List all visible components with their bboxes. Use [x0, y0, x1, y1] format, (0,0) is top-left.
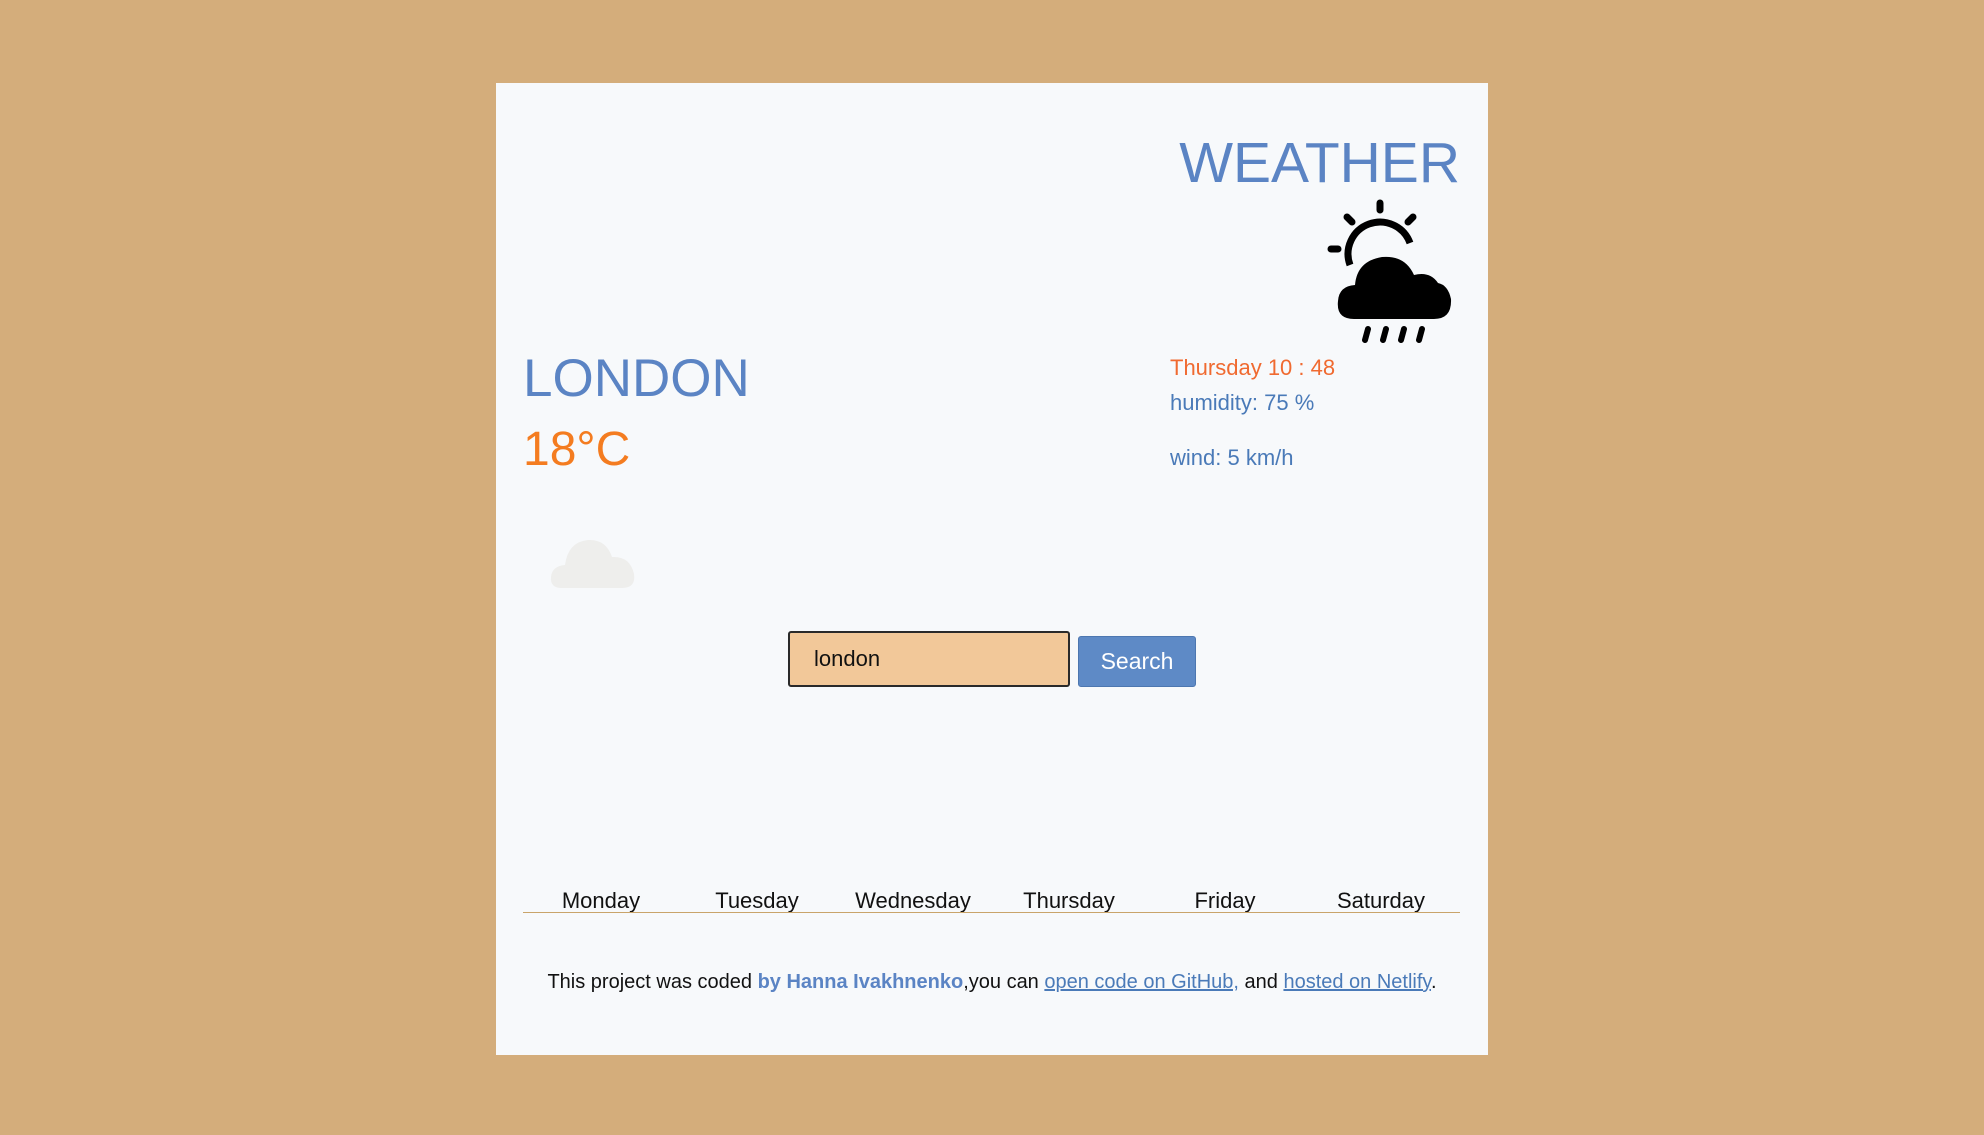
footer-text: and [1238, 971, 1284, 993]
netlify-link[interactable]: hosted on Netlify [1283, 971, 1431, 993]
search-input[interactable] [788, 631, 1070, 687]
forecast-days: Monday Tuesday Wednesday Thursday Friday… [523, 888, 1459, 914]
wind-speed: wind: 5 km/h [1170, 445, 1294, 470]
footer: This project was coded by Hanna Ivakhnen… [496, 971, 1488, 994]
forecast-day: Saturday [1336, 888, 1426, 913]
author-name: by Hanna Ivakhnenko [757, 971, 964, 993]
footer-text: This project was coded [547, 971, 758, 993]
search-button[interactable]: Search [1078, 636, 1196, 687]
forecast-day: Thursday [1023, 888, 1115, 913]
divider [523, 912, 1460, 913]
forecast-day: Monday [561, 888, 641, 913]
forecast-day: Friday [1194, 888, 1256, 913]
temperature: 18°C [523, 423, 631, 476]
forecast-day: Wednesday [855, 888, 971, 913]
app-title: WEATHER [1179, 131, 1460, 195]
github-link[interactable]: open code on GitHub, [1044, 971, 1239, 993]
footer-text: . [1430, 971, 1437, 993]
humidity: humidity: 75 % [1170, 390, 1315, 415]
cloud-icon [550, 539, 635, 588]
city-name: LONDON [523, 349, 750, 408]
footer-text: ,you can [963, 971, 1045, 993]
sun-behind-rain-cloud-icon [1327, 199, 1452, 343]
forecast-day: Tuesday [715, 888, 799, 913]
current-datetime: Thursday 10 : 48 [1170, 355, 1336, 380]
weather-card: WEATHER LONDON 18°C Thursday 10 : 48 hum… [496, 83, 1488, 1055]
